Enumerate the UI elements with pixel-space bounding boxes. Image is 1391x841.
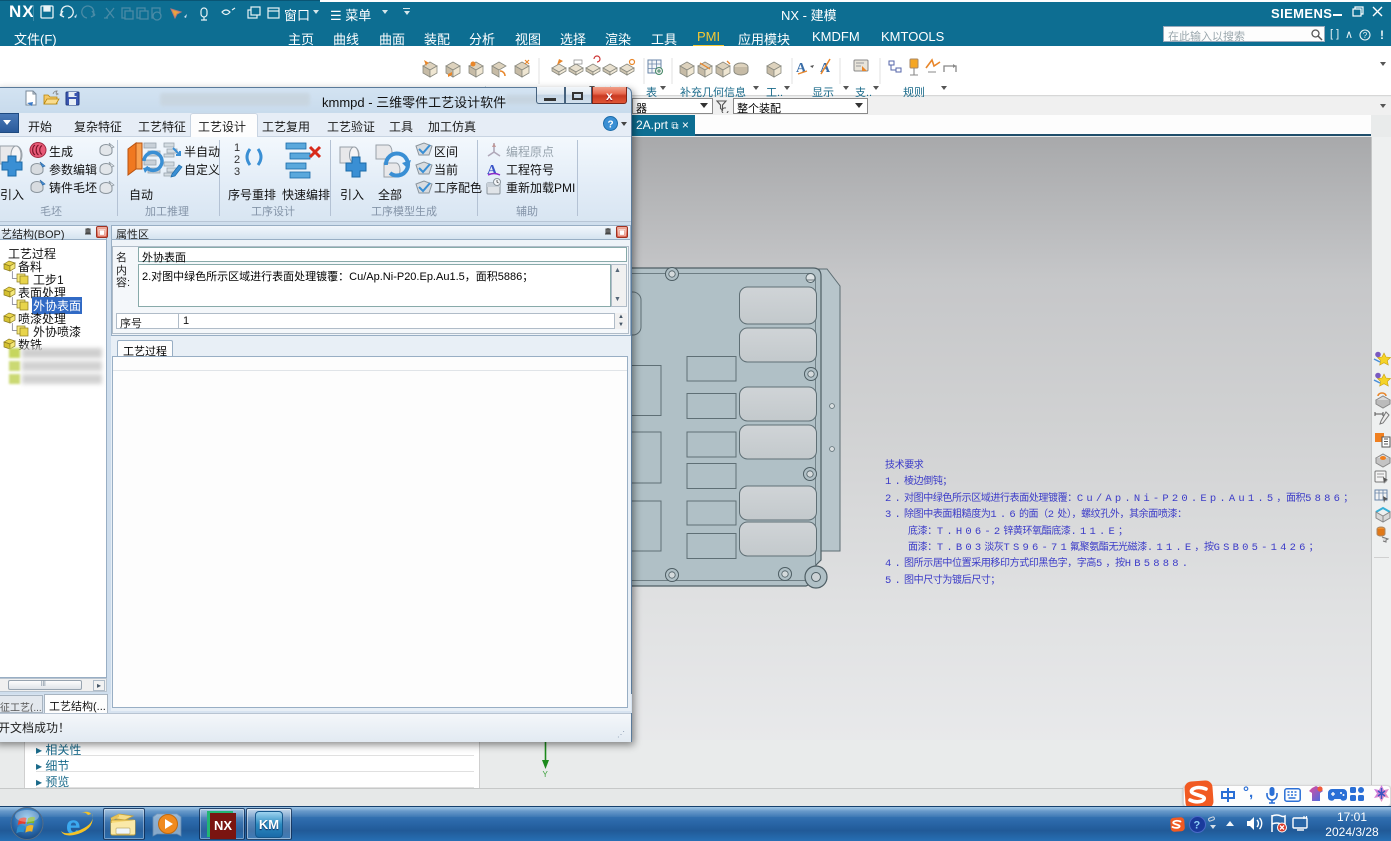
svg-text:2: 2 [234,154,240,166]
svg-text:?: ? [608,120,614,131]
svg-text:A: A [796,61,807,76]
svg-text:3: 3 [234,166,240,178]
svg-text:?: ? [1194,820,1201,832]
svg-text:?: ? [1363,31,1368,40]
svg-text:Y: Y [543,770,549,778]
svg-text:e: e [66,810,80,840]
svg-text:1: 1 [234,142,240,154]
